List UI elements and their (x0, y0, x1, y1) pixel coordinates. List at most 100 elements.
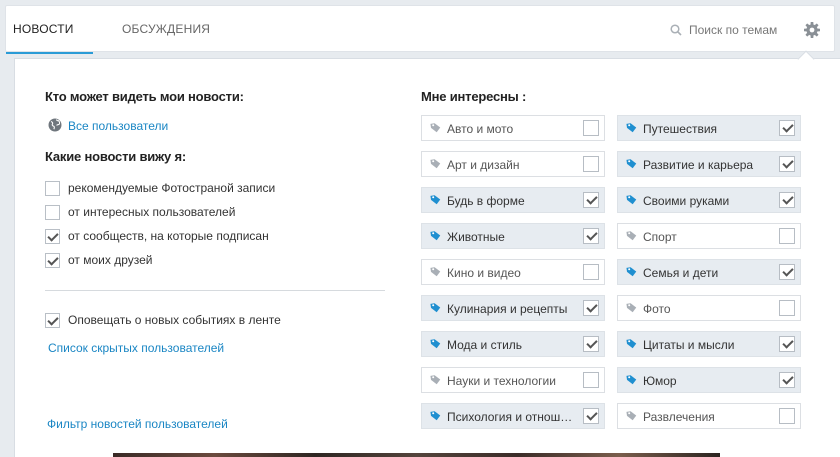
tag-icon (626, 375, 637, 385)
interest-label: Фото (643, 302, 671, 316)
interest-label: Кулинария и рецепты (447, 302, 568, 316)
interest-label: Юмор (643, 374, 677, 388)
user-news-filter-link[interactable]: Фильтр новостей пользователей (47, 417, 228, 431)
option-recommended[interactable]: рекомендуемые Фотостраной записи (45, 180, 275, 196)
interest-career[interactable]: Развитие и карьера (617, 151, 801, 177)
top-tab-bar: НОВОСТИ ОБСУЖДЕНИЯ Поиск по темам (5, 5, 835, 54)
tag-icon (430, 231, 441, 241)
checkbox[interactable] (583, 264, 599, 280)
checkbox[interactable] (583, 372, 599, 388)
option-interesting-users[interactable]: от интересных пользователей (45, 204, 235, 220)
tag-icon (430, 195, 441, 205)
interest-travel[interactable]: Путешествия (617, 115, 801, 141)
option-notify[interactable]: Оповещать о новых событиях в ленте (45, 312, 281, 328)
option-label: от моих друзей (68, 253, 153, 267)
checkbox[interactable] (583, 336, 599, 352)
tag-icon (430, 267, 441, 277)
option-label: от интересных пользователей (68, 205, 236, 219)
checkbox[interactable] (779, 192, 795, 208)
checkbox[interactable] (583, 300, 599, 316)
checkbox[interactable] (779, 228, 795, 244)
checkbox[interactable] (45, 252, 60, 268)
tag-icon (626, 267, 637, 277)
interest-fitness[interactable]: Будь в форме (421, 187, 605, 213)
checkbox[interactable] (583, 156, 599, 172)
interest-label: Путешествия (643, 122, 718, 136)
interest-label: Развлечения (643, 410, 715, 424)
what-see-heading: Какие новости вижу я: (45, 149, 187, 164)
interest-label: Цитаты и мысли (643, 338, 735, 352)
visibility-selector[interactable]: Все пользователи (48, 118, 168, 133)
divider (45, 290, 385, 291)
tag-icon (430, 375, 441, 385)
checkbox[interactable] (779, 300, 795, 316)
interest-label: Арт и дизайн (447, 158, 520, 172)
checkbox[interactable] (779, 264, 795, 280)
checkbox[interactable] (583, 120, 599, 136)
tag-icon (626, 339, 637, 349)
tag-icon (626, 123, 637, 133)
interest-cooking[interactable]: Кулинария и рецепты (421, 295, 605, 321)
tag-icon (626, 159, 637, 169)
interests-heading: Мне интересны : (421, 89, 527, 104)
interest-photo[interactable]: Фото (617, 295, 801, 321)
interest-label: Психология и отнош… (447, 410, 573, 424)
tag-icon (626, 303, 637, 313)
checkbox[interactable] (779, 408, 795, 424)
interest-animals[interactable]: Животные (421, 223, 605, 249)
interest-psychology[interactable]: Психология и отнош… (421, 403, 605, 429)
tab-discussions[interactable]: ОБСУЖДЕНИЯ (122, 6, 210, 53)
interest-science[interactable]: Науки и технологии (421, 367, 605, 393)
interest-entertainment[interactable]: Развлечения (617, 403, 801, 429)
interest-cinema[interactable]: Кино и видео (421, 259, 605, 285)
who-sees-heading: Кто может видеть мои новости: (45, 89, 244, 104)
option-friends[interactable]: от моих друзей (45, 252, 153, 268)
interest-label: Спорт (643, 230, 677, 244)
interest-family[interactable]: Семья и дети (617, 259, 801, 285)
visibility-value: Все пользователи (68, 119, 169, 133)
tag-icon (626, 231, 637, 241)
tag-icon (626, 195, 637, 205)
interest-label: Будь в форме (447, 194, 525, 208)
search-icon (670, 24, 682, 36)
checkbox[interactable] (779, 336, 795, 352)
interest-art[interactable]: Арт и дизайн (421, 151, 605, 177)
tab-news[interactable]: НОВОСТИ (6, 6, 92, 54)
tag-icon (430, 159, 441, 169)
gear-icon[interactable] (803, 21, 821, 39)
search-placeholder: Поиск по темам (689, 23, 778, 37)
tag-icon (430, 303, 441, 313)
globe-icon (48, 118, 62, 132)
checkbox[interactable] (779, 156, 795, 172)
interest-label: Мода и стиль (447, 338, 523, 352)
interest-label: Авто и мото (447, 122, 514, 136)
interest-label: Своими руками (643, 194, 730, 208)
checkbox[interactable] (779, 372, 795, 388)
checkbox[interactable] (583, 192, 599, 208)
checkbox[interactable] (583, 228, 599, 244)
interest-humor[interactable]: Юмор (617, 367, 801, 393)
interest-label: Развитие и карьера (643, 158, 754, 172)
interest-label: Семья и дети (643, 266, 719, 280)
checkbox[interactable] (779, 120, 795, 136)
checkbox[interactable] (583, 408, 599, 424)
interest-label: Кино и видео (447, 266, 521, 280)
checkbox[interactable] (45, 180, 60, 196)
hidden-users-link[interactable]: Список скрытых пользователей (48, 341, 224, 355)
interest-label: Науки и технологии (447, 374, 556, 388)
interest-quotes[interactable]: Цитаты и мысли (617, 331, 801, 357)
tag-icon (626, 411, 637, 421)
interest-sport[interactable]: Спорт (617, 223, 801, 249)
interest-label: Животные (447, 230, 505, 244)
checkbox[interactable] (45, 228, 60, 244)
option-communities[interactable]: от сообществ, на которые подписан (45, 228, 269, 244)
option-label: Оповещать о новых событиях в ленте (68, 313, 281, 327)
option-label: рекомендуемые Фотостраной записи (68, 181, 276, 195)
topic-search[interactable]: Поиск по темам (670, 22, 777, 38)
checkbox[interactable] (45, 204, 60, 220)
interest-diy[interactable]: Своими руками (617, 187, 801, 213)
interest-fashion[interactable]: Мода и стиль (421, 331, 605, 357)
checkbox[interactable] (45, 312, 60, 328)
interest-auto[interactable]: Авто и мото (421, 115, 605, 141)
tag-icon (430, 411, 441, 421)
